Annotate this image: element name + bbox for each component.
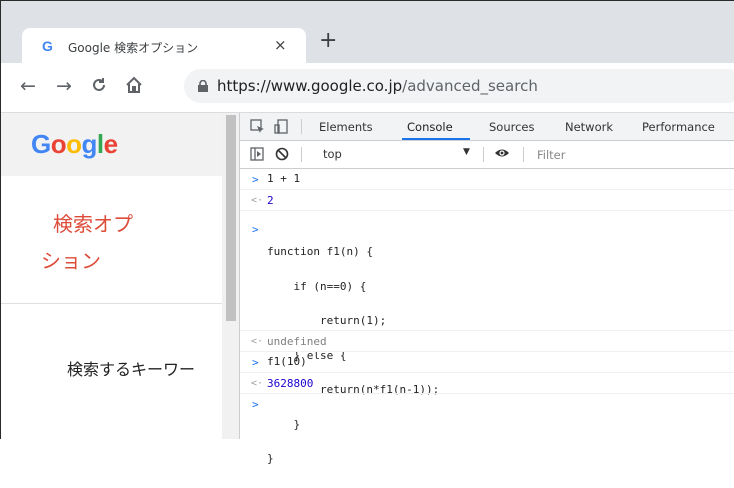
tab-title: Google 検索オプション <box>68 41 199 55</box>
device-toolbar-icon[interactable] <box>274 119 289 138</box>
tab-network[interactable]: Network <box>565 120 613 134</box>
console-filter-input[interactable]: Filter <box>537 148 565 162</box>
prompt-chevron: > <box>252 173 259 186</box>
url-path: /advanced_search <box>402 77 538 95</box>
code-line: } <box>267 417 301 431</box>
logo-letter: e <box>103 129 118 159</box>
console-input-text: f1(10) <box>267 355 307 368</box>
logo-letter: o <box>66 129 82 159</box>
url-host: https://www.google.co.jp <box>217 77 403 95</box>
console-result-line: <· undefined <box>240 331 734 352</box>
console-result-line: <· 2 <box>240 190 734 211</box>
console-input-text: 1 + 1 <box>267 172 301 185</box>
divider <box>1 303 222 304</box>
console-output[interactable]: > 1 + 1 <· 2 > function f1(n) { if (n==0… <box>240 169 734 464</box>
browser-toolbar: ← → https://www.google.co.jp/advanced_se… <box>1 63 734 113</box>
tab-strip: G Google 検索オプション × + <box>1 1 734 64</box>
forward-icon[interactable]: → <box>56 76 72 96</box>
page-header: Google <box>1 113 222 176</box>
tab-elements[interactable]: Elements <box>319 120 373 134</box>
toolbar-separator <box>301 119 302 134</box>
console-input-line: > f1(10) <box>240 352 734 373</box>
tab-close-icon[interactable]: × <box>274 36 287 54</box>
tab-console[interactable]: Console <box>407 120 453 134</box>
toolbar-separator <box>301 147 302 162</box>
reload-icon[interactable] <box>90 76 108 98</box>
page-title-line1: 検索オプ <box>53 212 133 236</box>
devtools-panel: Elements Console Sources Network Perform… <box>239 113 734 464</box>
google-favicon-icon: G <box>42 38 53 54</box>
url-text: https://www.google.co.jp/advanced_search <box>217 77 538 95</box>
browser-tab[interactable]: G Google 検索オプション × <box>22 28 306 64</box>
console-result-value: 2 <box>267 194 274 207</box>
logo-letter: g <box>81 129 98 159</box>
logo-letter: l <box>96 129 104 159</box>
new-tab-button[interactable]: + <box>319 28 337 53</box>
active-tab-indicator <box>402 138 470 140</box>
inspect-element-icon[interactable] <box>250 119 265 138</box>
code-line: return(1); <box>267 314 387 327</box>
console-input-line: > function f1(n) { if (n==0) { return(1)… <box>240 211 734 464</box>
page-scrollbar[interactable] <box>222 113 239 439</box>
console-input-line: > 1 + 1 <box>240 169 734 190</box>
page-title: 検索オプ ション <box>41 206 213 280</box>
lock-icon <box>198 80 208 92</box>
scrollbar-thumb[interactable] <box>226 115 236 321</box>
result-marker: <· <box>251 378 264 389</box>
context-dropdown-icon[interactable]: ▼ <box>463 147 470 157</box>
console-result-line: <· 3628800 <box>240 373 734 394</box>
live-expression-eye-icon[interactable] <box>494 146 510 164</box>
result-marker: <· <box>251 195 264 206</box>
tab-performance[interactable]: Performance <box>642 120 715 134</box>
web-page: Google 検索オプ ション 検索するキーワー <box>1 113 222 439</box>
prompt-chevron: > <box>252 356 259 369</box>
page-title-line2: ション <box>41 249 101 273</box>
console-prompt-line[interactable]: > <box>240 394 734 414</box>
address-bar[interactable]: https://www.google.co.jp/advanced_search <box>184 69 734 103</box>
home-icon[interactable] <box>125 76 143 98</box>
keyword-field-label: 検索するキーワー <box>67 360 196 379</box>
google-logo[interactable]: Google <box>31 129 118 160</box>
clear-console-icon[interactable] <box>275 147 289 165</box>
back-icon[interactable]: ← <box>20 76 36 96</box>
console-result-value: undefined <box>267 335 327 348</box>
code-line: function f1(n) { <box>267 245 373 258</box>
devtools-tab-bar: Elements Console Sources Network Perform… <box>240 113 734 141</box>
code-line: } <box>267 452 274 465</box>
toolbar-separator <box>523 147 524 162</box>
context-selector[interactable]: top <box>323 147 342 161</box>
tab-sources[interactable]: Sources <box>489 120 535 134</box>
toolbar-separator <box>483 147 484 162</box>
prompt-chevron: > <box>252 398 259 411</box>
sidebar-toggle-icon[interactable] <box>250 147 264 165</box>
logo-letter: G <box>31 129 51 159</box>
prompt-chevron: > <box>252 223 259 236</box>
logo-letter: o <box>50 129 67 159</box>
console-toolbar: top ▼ Filter <box>240 141 734 169</box>
console-result-value: 3628800 <box>267 377 314 390</box>
code-line: if (n==0) { <box>267 279 367 293</box>
result-marker: <· <box>251 336 264 347</box>
